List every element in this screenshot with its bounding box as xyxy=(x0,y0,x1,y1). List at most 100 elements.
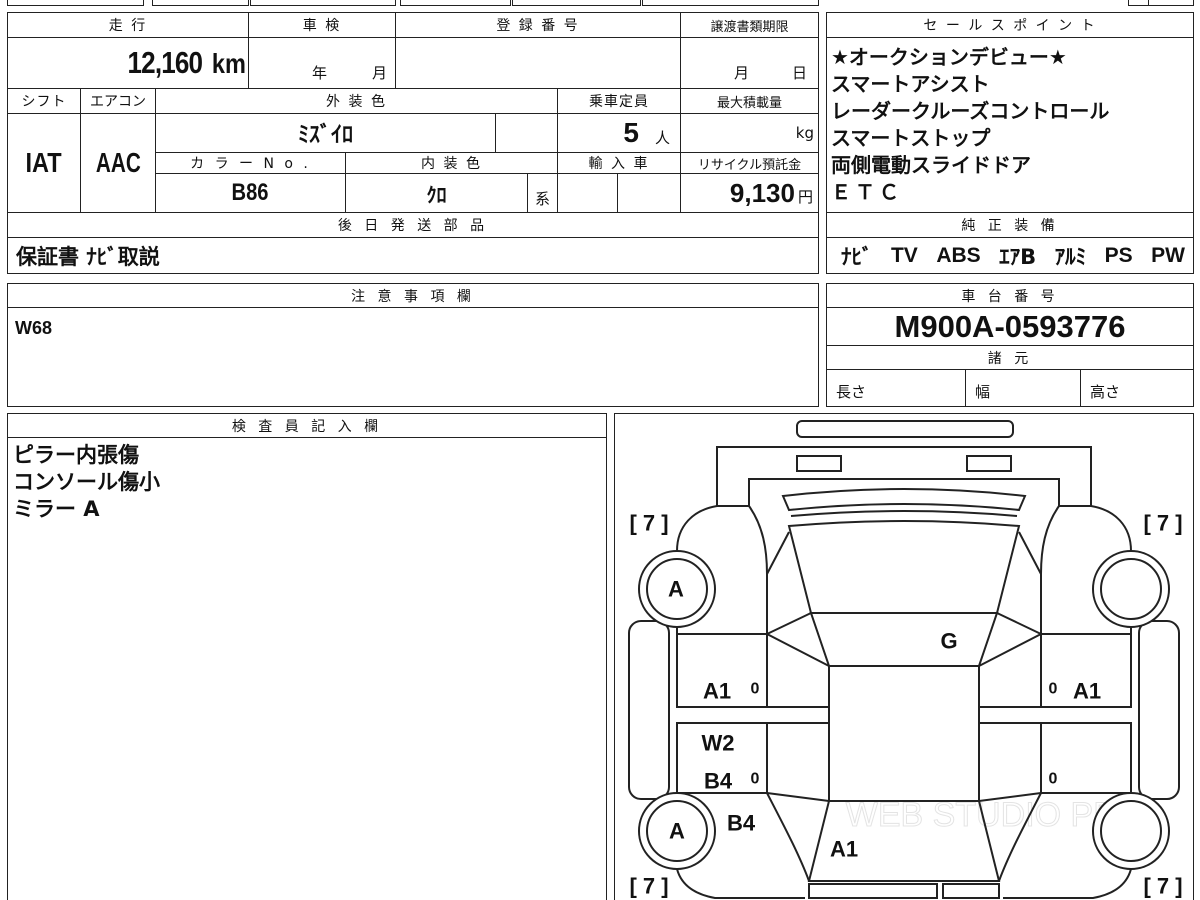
ext-color-extra xyxy=(495,113,558,153)
capacity-value: 5 xyxy=(623,117,639,148)
aircon-value: AAC xyxy=(80,113,156,213)
equipment-item: ABS xyxy=(936,243,981,267)
doc-day-label: 日 xyxy=(792,64,808,82)
import-cell-2 xyxy=(617,173,681,213)
mark-left-fender: B4 xyxy=(727,811,756,836)
shift-text: IAT xyxy=(25,147,63,178)
top-row-fragment xyxy=(642,0,819,6)
registration-header: 登 録 番 号 xyxy=(395,12,681,38)
top-row-fragment xyxy=(1148,0,1194,6)
doc-month-label: 月 xyxy=(734,64,750,82)
recycle-fee: 9,130 xyxy=(729,177,795,208)
sales-point-item: 両側電動スライドドア xyxy=(831,153,1031,177)
mileage-value: 12,160 xyxy=(127,45,203,80)
sales-points-header: セ ー ル ス ポ イ ン ト xyxy=(826,12,1194,38)
top-row-fragment xyxy=(400,0,511,6)
mark-lower-left-wheel: A xyxy=(669,819,685,844)
corner-label-top-left: [ 7 ] xyxy=(629,511,668,536)
sales-point-item: ★オークションデビュー★ xyxy=(831,45,1067,69)
int-color-header: 内 装 色 xyxy=(345,152,558,174)
equipment-item: ﾅﾋﾞ xyxy=(841,244,873,269)
equipment-item: ｱﾙﾐ xyxy=(1054,244,1087,269)
mark-upper-left-wheel: A xyxy=(668,577,684,602)
chassis-number: M900A-0593776 xyxy=(826,307,1194,346)
inspection-cell: 年 月 xyxy=(248,37,396,89)
inspector-line: ピラー内張傷 xyxy=(13,443,139,467)
sales-point-item: スマートストップ xyxy=(831,126,991,150)
equipment-item: PW xyxy=(1151,243,1185,267)
equipment-row: ﾅﾋﾞ TV ABS ｴｱB ｱﾙﾐ PS PW xyxy=(826,237,1194,274)
top-row-fragment xyxy=(250,0,396,6)
mark-left-rear-door-dent: 0 xyxy=(751,681,760,698)
equipment-item: PS xyxy=(1104,243,1133,267)
capacity-unit: 人 xyxy=(654,128,670,147)
capacity-cell: 5 人 xyxy=(557,113,681,153)
max-load-header: 最大積載量 xyxy=(680,88,819,114)
mark-right-rear-door-dent: 0 xyxy=(1049,681,1058,698)
equipment-header: 純 正 装 備 xyxy=(826,212,1194,238)
mark-left-rear-door: A1 xyxy=(703,679,731,704)
inspection-header: 車 検 xyxy=(248,12,396,38)
aircon-header: エアコン xyxy=(80,88,156,114)
recycle-unit: 円 xyxy=(797,187,813,206)
recycle-cell: 9,130 円 xyxy=(680,173,819,213)
int-color-value: ｸﾛ xyxy=(345,173,528,213)
shift-header: シフト xyxy=(7,88,81,114)
inspector-header: 検 査 員 記 入 欄 xyxy=(7,413,607,438)
import-cell-1 xyxy=(557,173,618,213)
mileage-unit: km xyxy=(212,48,246,79)
height-cell: 高さ xyxy=(1080,369,1194,407)
sales-point-item: ＥＴＣ xyxy=(831,180,903,204)
equipment-item: ｴｱB xyxy=(999,244,1037,269)
inspector-body: ピラー内張傷 コンソール傷小 ミラー A xyxy=(7,437,607,900)
int-color-suffix-text: 系 xyxy=(534,189,550,208)
corner-label-bottom-right: [ 7 ] xyxy=(1143,874,1182,899)
length-label: 長さ xyxy=(836,382,867,401)
max-load-unit: kg xyxy=(795,124,814,142)
parts-value: 保証書 ﾅﾋﾞ取説 xyxy=(7,237,819,274)
aircon-text: AAC xyxy=(95,147,141,178)
inspector-line: コンソール傷小 xyxy=(13,470,160,494)
mark-left-step: W2 xyxy=(702,731,735,756)
capacity-header: 乗車定員 xyxy=(557,88,681,114)
mileage-cell: 12,160 km xyxy=(7,37,249,89)
color-no-value: B86 xyxy=(155,173,346,213)
top-row-fragment xyxy=(7,0,144,6)
mark-left-front-door-dent: 0 xyxy=(751,771,760,788)
notes-body: W68 xyxy=(7,307,819,407)
mark-hood: A1 xyxy=(830,837,858,862)
mileage-header: 走 行 xyxy=(7,12,249,38)
color-no-text: B86 xyxy=(232,179,269,206)
sales-point-item: スマートアシスト xyxy=(831,72,990,96)
max-load-cell: kg xyxy=(680,113,819,153)
shift-value: IAT xyxy=(7,113,81,213)
notes-header: 注 意 事 項 欄 xyxy=(7,283,819,308)
notes-text: W68 xyxy=(15,318,53,338)
inspection-year-label: 年 xyxy=(312,64,328,82)
ext-color-value: ﾐｽﾞｲﾛ xyxy=(155,113,496,153)
chassis-header: 車 台 番 号 xyxy=(826,283,1194,308)
damage-diagram-box: WEB STUDIO PRO [ 7 ] [ 7 ] [ 7 ] [ 7 ] A… xyxy=(614,413,1194,900)
ext-color-header: 外 装 色 xyxy=(155,88,558,114)
mark-roof: G xyxy=(940,629,957,654)
mark-right-rear-door: A1 xyxy=(1073,679,1101,704)
length-cell: 長さ xyxy=(826,369,966,407)
doc-deadline-header: 譲渡書類期限 xyxy=(680,12,819,38)
registration-cell xyxy=(395,37,681,89)
top-row-fragment xyxy=(152,0,249,6)
mark-left-front-door: B4 xyxy=(704,769,733,794)
color-no-header: カ ラ ー N o . xyxy=(155,152,346,174)
width-cell: 幅 xyxy=(965,369,1081,407)
inspector-line: ミラー A xyxy=(13,497,100,521)
height-label: 高さ xyxy=(1090,382,1121,401)
corner-label-bottom-left: [ 7 ] xyxy=(629,874,668,899)
width-label: 幅 xyxy=(975,382,991,401)
damage-diagram: WEB STUDIO PRO [ 7 ] [ 7 ] [ 7 ] [ 7 ] A… xyxy=(628,420,1183,899)
inspection-month-label: 月 xyxy=(372,64,388,82)
sales-point-item: レーダークルーズコントロール xyxy=(831,99,1110,123)
spec-header: 諸 元 xyxy=(826,345,1194,370)
doc-deadline-cell: 月 日 xyxy=(680,37,819,89)
recycle-header: リサイクル預託金 xyxy=(680,152,819,174)
int-color-suffix: 系 xyxy=(527,173,558,213)
top-row-fragment xyxy=(512,0,641,6)
